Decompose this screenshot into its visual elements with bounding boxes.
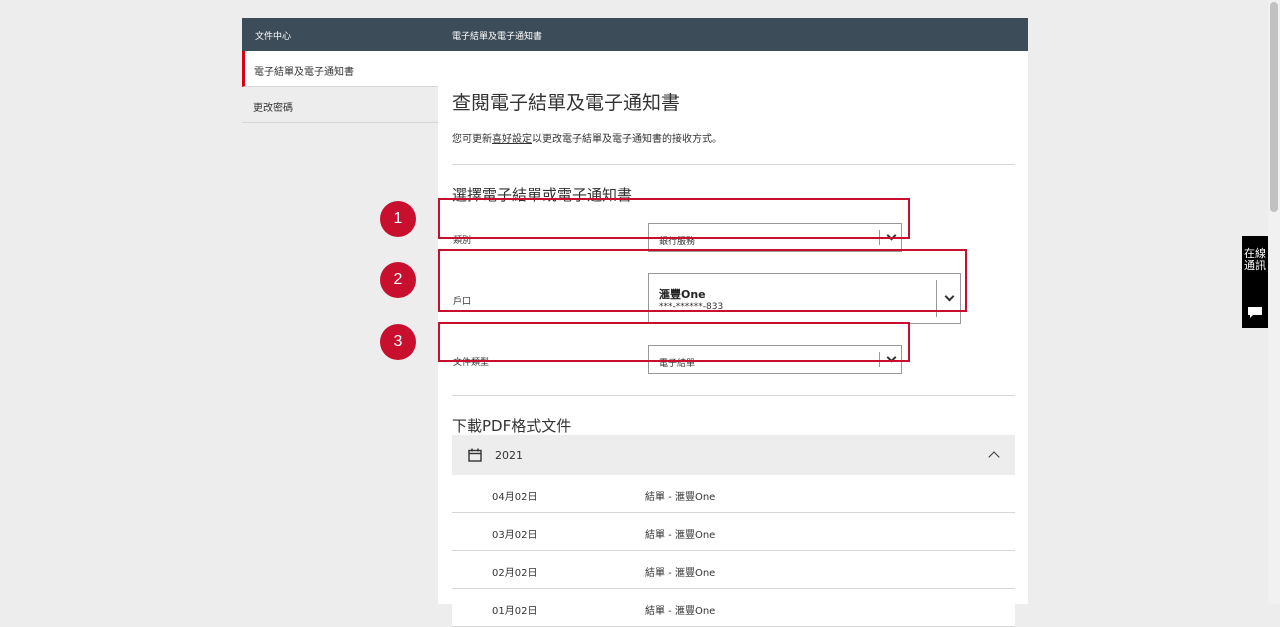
chevron-up-icon <box>988 451 1000 463</box>
step-3-badge: 3 <box>380 324 416 360</box>
document-description[interactable]: 結單 - 滙豐One <box>645 564 715 579</box>
main-header: 電子結單及電子通知書 <box>438 18 1028 51</box>
highlight-box-1 <box>438 198 910 239</box>
step-2-badge: 2 <box>380 262 416 298</box>
intro-text-before: 您可更新 <box>452 134 492 145</box>
document-description[interactable]: 結單 - 滙豐One <box>645 488 715 503</box>
divider <box>452 164 1015 165</box>
document-date: 02月02日 <box>492 568 538 579</box>
sidebar-item-label: 電子結單及電子通知書 <box>254 67 354 78</box>
intro-text: 您可更新喜好設定以更改電子結單及電子通知書的接收方式。 <box>452 130 722 145</box>
document-description[interactable]: 結單 - 滙豐One <box>645 526 715 541</box>
document-date: 01月02日 <box>492 606 538 617</box>
document-center-app: 文件中心 電子結單及電子通知書 電子結單及電子通知書 更改密碼 查閱電子結單及電… <box>242 18 1028 627</box>
page-scrollbar-thumb[interactable] <box>1270 2 1278 212</box>
highlight-box-2 <box>438 249 967 312</box>
document-row[interactable]: 01月02日 結單 - 滙豐One <box>452 589 1015 627</box>
sidebar-item-change-password[interactable]: 更改密碼 <box>242 87 438 123</box>
preferences-link[interactable]: 喜好設定 <box>492 134 532 145</box>
document-date: 04月02日 <box>492 492 538 503</box>
highlight-box-3 <box>438 322 910 362</box>
document-description[interactable]: 結單 - 滙豐One <box>645 602 715 617</box>
document-row[interactable]: 03月02日 結單 - 滙豐One <box>452 513 1015 551</box>
divider <box>452 395 1015 396</box>
year-accordion-header[interactable]: 2021 <box>452 435 1015 475</box>
document-date: 03月02日 <box>492 530 538 541</box>
page-scrollbar[interactable] <box>1268 0 1280 604</box>
step-1-badge: 1 <box>380 201 416 237</box>
year-label: 2021 <box>495 449 523 462</box>
live-chat-button[interactable]: 在線通訊 <box>1242 236 1268 328</box>
intro-text-after: 以更改電子結單及電子通知書的接收方式。 <box>532 134 722 145</box>
calendar-icon <box>468 448 482 462</box>
document-row[interactable]: 02月02日 結單 - 滙豐One <box>452 551 1015 589</box>
download-section-title: 下載PDF格式文件 <box>452 417 572 435</box>
sidebar-header: 文件中心 <box>242 18 438 51</box>
chat-bubble-icon <box>1248 307 1262 318</box>
sidebar-item-label: 更改密碼 <box>253 103 293 114</box>
document-row[interactable]: 04月02日 結單 - 滙豐One <box>452 475 1015 513</box>
live-chat-label: 在線通訊 <box>1244 247 1266 272</box>
page-title: 查閱電子結單及電子通知書 <box>452 92 681 114</box>
sidebar-item-estatements[interactable]: 電子結單及電子通知書 <box>242 51 438 87</box>
